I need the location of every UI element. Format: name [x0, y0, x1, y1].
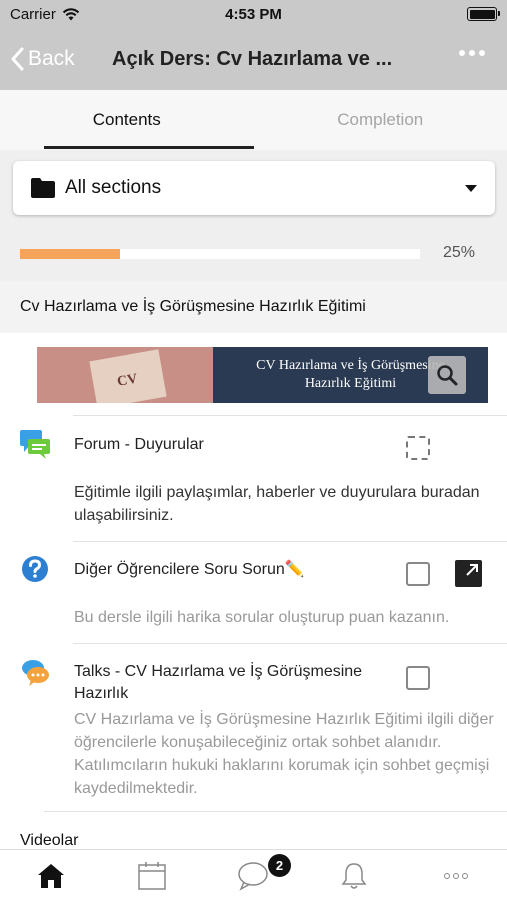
progress-bar	[20, 249, 420, 259]
status-left: Carrier	[10, 6, 80, 23]
course-contents: Cv Hazırlama ve İş Görüşmesine Hazırlık …	[0, 281, 507, 849]
tab-calendar[interactable]	[101, 850, 202, 900]
cv-mark: CV	[116, 371, 139, 390]
tab-completion[interactable]: Completion	[254, 90, 507, 150]
calendar-icon	[137, 861, 166, 890]
home-icon	[37, 863, 64, 888]
divider	[73, 541, 507, 542]
bell-icon	[341, 862, 366, 889]
messages-badge: 2	[268, 854, 291, 877]
divider	[73, 643, 507, 644]
chevron-down-icon	[465, 184, 477, 192]
course-banner[interactable]: CV CV Hazırlama ve İş Görüşmesine Hazırl…	[37, 347, 488, 403]
section-title-videolar[interactable]: Videolar	[20, 832, 78, 849]
forum-icon	[20, 430, 50, 459]
magnifier-icon	[437, 365, 458, 386]
tab-bar: Contents Completion	[0, 90, 507, 150]
banner-image: CV	[37, 347, 213, 403]
bottom-tab-bar: 2	[0, 849, 507, 900]
progress-label: 25%	[442, 244, 475, 261]
activity-description: CV Hazırlama ve İş Görüşmesine Hazırlık …	[74, 711, 494, 797]
wifi-icon	[62, 7, 80, 20]
tab-notifications[interactable]	[303, 850, 404, 900]
tab-contents[interactable]: Contents	[0, 90, 254, 150]
external-link-icon[interactable]	[455, 560, 482, 587]
back-label: Back	[28, 47, 75, 70]
messages-icon	[237, 861, 268, 891]
folder-icon	[31, 178, 55, 198]
activity-description: Eğitimle ilgili paylaşımlar, haberler ve…	[74, 484, 480, 524]
tab-more[interactable]	[404, 850, 507, 900]
more-icon	[443, 872, 468, 879]
divider	[44, 811, 507, 812]
section-select[interactable]: All sections	[13, 161, 495, 215]
battery-icon	[467, 7, 500, 21]
dot-icon	[469, 50, 475, 56]
activity-name[interactable]: Talks - CV Hazırlama ve İş Görüşmesine H…	[74, 661, 394, 705]
chevron-left-icon	[11, 47, 24, 71]
banner-line-1: CV Hazırlama ve İş Görüşmesine	[256, 358, 445, 373]
activity-name[interactable]: Forum - Duyurular	[74, 434, 204, 456]
dot-icon	[479, 50, 485, 56]
back-button[interactable]: Back	[0, 47, 100, 71]
more-options-button[interactable]	[459, 50, 485, 56]
carrier-label: Carrier	[10, 5, 56, 23]
section-title: Cv Hazırlama ve İş Görüşmesine Hazırlık …	[0, 281, 507, 333]
cv-document-icon: CV	[89, 349, 167, 403]
tab-home[interactable]	[0, 850, 101, 900]
banner-line-2: Hazırlık Eğitimi	[304, 376, 397, 391]
page-title: Açık Ders: Cv Hazırlama ve ...	[112, 47, 393, 70]
nav-bar: Back Açık Ders: Cv Hazırlama ve ...	[0, 28, 507, 90]
completion-checkbox[interactable]	[406, 666, 430, 690]
zoom-button[interactable]	[428, 356, 466, 394]
status-bar: Carrier 4:53 PM	[0, 0, 507, 28]
section-select-value: All sections	[65, 177, 162, 198]
question-icon	[22, 556, 48, 582]
divider	[73, 415, 507, 416]
completion-checkbox[interactable]	[406, 436, 430, 460]
chat-icon	[22, 660, 49, 686]
completion-checkbox[interactable]	[406, 562, 430, 586]
progress-fill	[20, 249, 120, 259]
activity-description: Bu dersle ilgili harika sorular oluşturu…	[74, 609, 450, 626]
dot-icon	[459, 50, 465, 56]
activity-name[interactable]: Diğer Öğrencilere Soru Sorun✏️	[74, 559, 305, 581]
